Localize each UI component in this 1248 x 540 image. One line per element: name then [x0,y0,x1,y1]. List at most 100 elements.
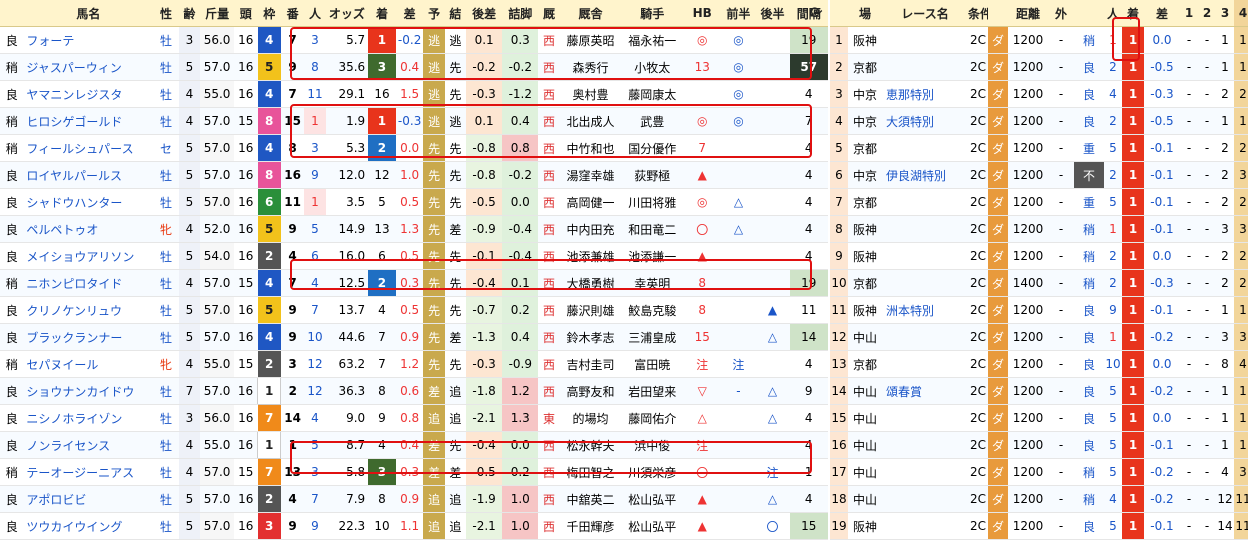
table-row[interactable]: 19阪神2Cダ1200-良51-0.1--1411 [830,512,1248,540]
umaban-cell: 9 [280,323,305,351]
table-row[interactable]: 9 阪神 2C ダ 1200- 稍 2 1 0.0- -2 2 [830,242,1248,270]
distance-cell: 1200 [1008,350,1048,378]
horse-name-link[interactable]: ペルペトゥオ [23,215,154,243]
horse-name-link[interactable]: シャドウハンター [23,188,154,216]
rank4-cell: 1 [1234,431,1248,459]
table-row[interactable]: 良ペルペトゥオ牝 4 52.0 16 5 9 5 14.9 13 1.3 先差 -0.9 -0.4 西中内… [0,215,828,243]
table-row[interactable]: 8 阪神 2C ダ 1200- 稍 1 1 -0.1- -3 3 [830,215,1248,243]
race-name-link[interactable]: 大須特別 [882,107,968,135]
table-row[interactable]: 良ヤマニンレジスタ牡 4 55.0 16 4 7 11 29.1 16 1.5 逃先 -0.3 -1.2… [0,80,828,108]
table-row[interactable]: 稍ジャスパーウィン牡 5 57.0 16 5 9 8 35.6 3 0.4 逃先 -0.2 -0.2 西森… [0,53,828,81]
table-row[interactable]: 5 京都 2C ダ 1200- 重 5 1 -0.1- -2 2 [830,134,1248,162]
table-row[interactable]: 17 中山 2C ダ 1200- 稍 5 1 -0.2- -4 3 [830,458,1248,486]
horse-name-link[interactable]: ニホンピロタイド [23,269,154,297]
horse-name-link[interactable]: フィールシュパース [23,134,154,162]
horse-name-link[interactable]: メイショウアリソン [23,242,154,270]
race-name-link[interactable] [882,53,968,81]
closing-cell: -0.2 [502,53,539,81]
table-row[interactable]: 良シャドウハンター牡 5 57.0 16 6 11 1 3.5 5 0.5 先先 -0.5 0.0 西高岡… [0,188,828,216]
table-row[interactable]: 良ショウナンカイドウ牡 7 57.0 16 1 2 12 36.3 8 0.6 差追 -1.8 1.2 西… [0,377,828,405]
second-half-cell [755,188,790,216]
race-name-link[interactable] [882,323,968,351]
race-name-link[interactable] [882,134,968,162]
rank2-cell: - [1198,269,1216,297]
table-row[interactable]: 13 京都 2C ダ 1200- 良 10 1 0.0- -8 4 [830,350,1248,378]
race-name-link[interactable]: 洲本特別 [882,296,968,324]
first-half-cell: ◎ [721,107,756,135]
race-name-link[interactable] [882,458,968,486]
table-row[interactable]: 稍ニホンピロタイド牡 4 57.0 15 4 7 4 12.5 2 0.3 先先 -0.4 0.1 西大橋… [0,269,828,297]
race-name-link[interactable] [882,188,968,216]
table-row[interactable]: 15 中山 2C ダ 1200- 良 5 1 0.0- -1 1 [830,404,1248,432]
race-name-link[interactable] [882,404,968,432]
surface-cell: ダ [988,296,1008,324]
rank2-cell: - [1198,107,1216,135]
horse-name-link[interactable]: アポロビビ [23,485,154,513]
rank2-cell: - [1198,377,1216,405]
horse-name-link[interactable]: ノンライセンス [23,431,154,459]
table-row[interactable]: 4 中京 大須特別 2C ダ 1200- 良 2 1 -0.5- -1 1 [830,107,1248,135]
going-cell: 良 [0,323,24,351]
horse-name-link[interactable]: フォーテ [23,26,154,54]
table-row[interactable]: 稍フィールシュパースセ 5 57.0 16 4 8 3 5.3 2 0.0 先先 -0.8 0.8 西中竹… [0,134,828,162]
table-row[interactable]: 7 京都 2C ダ 1200- 重 5 1 -0.1- -2 2 [830,188,1248,216]
table-row[interactable]: 良ツウカイウイング牡 5 57.0 16 3 9 9 22.3 10 1.1 追追 -2.1 1.0 西千… [0,512,828,540]
race-name-link[interactable] [882,26,968,54]
table-row[interactable]: 3 中京 恵那特別 2C ダ 1200- 良 4 1 -0.3- -2 2 [830,80,1248,108]
horse-name-link[interactable]: ニシノホライゾン [23,404,154,432]
table-row[interactable]: 2 京都 2C ダ 1200- 良 2 1 -0.5- -1 1 [830,53,1248,81]
horse-name-link[interactable]: ヤマニンレジスタ [23,80,154,108]
table-row[interactable]: 良ニシノホライゾン牡 3 56.0 16 7 14 4 9.0 9 0.8 追追 -2.1 1.3 東的場… [0,404,828,432]
table-row[interactable]: 10 京都 2C ダ 1400- 稍 2 1 -0.3- -2 2 [830,269,1248,297]
race-name-link[interactable] [882,242,968,270]
sex-cell: 牡 [153,188,179,216]
table-row[interactable]: 良クリノケンリュウ牡 5 57.0 16 5 9 7 13.7 4 0.5 先先 -0.7 0.2 西藤沢… [0,296,828,324]
race-name-link[interactable] [882,350,968,378]
late-diff-cell: -1.9 [466,485,503,513]
race-name-link[interactable]: 伊良湖特別 [882,161,968,189]
closing-cell: 1.2 [502,377,539,405]
table-row[interactable]: 稍セパヌイール牝 4 55.0 15 2 3 12 63.2 7 1.2 先先 -0.3 -0.9 西吉村… [0,350,828,378]
table-row[interactable]: 良アポロビビ牡 5 57.0 16 2 4 7 7.9 8 0.9 追追 -1.9 1.0 西中舘英二 松山… [0,485,828,513]
table-row[interactable]: 稍ヒロシゲゴールド牡 4 57.0 15 8 15 1 1.9 1 -0.3 逃逃 0.1 0.4 西北出… [0,107,828,135]
row-index-cell: 14 [830,377,848,405]
table-row[interactable]: 良メイショウアリソン牡 5 54.0 16 2 4 6 16.0 6 0.5 先先 -0.1 -0.4 西… [0,242,828,270]
race-name-link[interactable]: 頌春賞 [882,377,968,405]
horse-name-link[interactable]: ブラックランナー [23,323,154,351]
table-row[interactable]: 11 阪神 洲本特別 2C ダ 1200- 良 9 1 -0.1- -1 1 [830,296,1248,324]
table-row[interactable]: 18中山2Cダ1200-稍41-0.2--1211 [830,485,1248,513]
horse-name-link[interactable]: ヒロシゲゴールド [23,107,154,135]
going-cell: 良 [0,485,24,513]
going-cell: 良 [1074,296,1104,324]
table-row[interactable]: 16 中山 2C ダ 1200- 良 5 1 -0.1- -1 1 [830,431,1248,459]
table-row[interactable]: 稍テーオージーニアス牡 4 57.0 15 7 13 3 5.8 3 0.3 差差 -0.5 0.2 西梅… [0,458,828,486]
horse-name-link[interactable]: クリノケンリュウ [23,296,154,324]
race-name-link[interactable] [882,215,968,243]
race-name-link[interactable] [882,269,968,297]
horse-name-link[interactable]: ロイヤルパールス [23,161,154,189]
table-row[interactable]: 1 阪神 2C ダ 1200- 稍 1 1 0.0- -1 1 [830,26,1248,54]
table-row[interactable]: 良ブラックランナー牡 5 57.0 16 4 9 10 44.6 7 0.9 先差 -1.3 0.4 西鈴… [0,323,828,351]
horse-name-link[interactable]: テーオージーニアス [23,458,154,486]
table-row[interactable]: 良フォーテ牡 3 56.0 16 4 7 3 5.7 1 -0.2 逃逃 0.1 0.3 西藤原英昭 福永祐… [0,26,828,54]
interval-cell: 19 [789,26,828,54]
horse-name-link[interactable]: ジャスパーウィン [23,53,154,81]
trainer-cell: 梅田智之 [559,458,622,486]
late-diff-cell: 0.1 [466,107,503,135]
table-row[interactable]: 良ロイヤルパールス牡 5 57.0 16 8 16 9 12.0 12 1.0 先先 -0.8 -0.2… [0,161,828,189]
table-row[interactable]: 6 中京 伊良湖特別 2C ダ 1200- 不 2 1 -0.1- -2 3 [830,161,1248,189]
race-name-link[interactable] [882,512,968,540]
refresh-icon[interactable]: ⟳ [806,3,826,23]
table-row[interactable]: 14 中山 頌春賞 2C ダ 1200- 良 5 1 -0.2- -1 1 [830,377,1248,405]
race-name-link[interactable] [882,431,968,459]
popularity-cell: 5 [1104,134,1122,162]
race-name-link[interactable] [882,485,968,513]
horse-name-link[interactable]: ショウナンカイドウ [23,377,154,405]
margin-cell: -0.2 [1144,485,1180,513]
waku-cell: 4 [257,269,281,297]
table-row[interactable]: 良ノンライセンス牡 4 55.0 16 1 1 5 8.7 4 0.4 差先 -0.4 0.0 西松永幹夫… [0,431,828,459]
horse-name-link[interactable]: セパヌイール [23,350,154,378]
race-name-link[interactable]: 恵那特別 [882,80,968,108]
table-row[interactable]: 12 中山 2C ダ 1200- 良 1 1 -0.2- -3 3 [830,323,1248,351]
horse-name-link[interactable]: ツウカイウイング [23,512,154,540]
